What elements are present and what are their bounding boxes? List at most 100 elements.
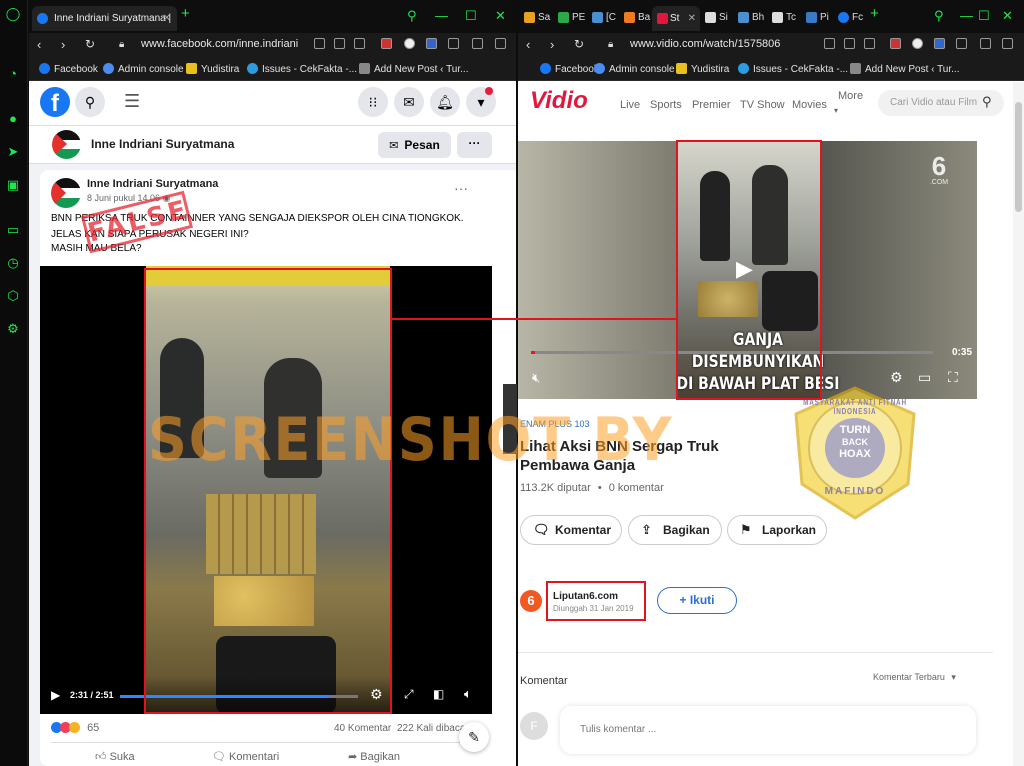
back-icon[interactable]: ‹ (526, 37, 530, 52)
opera-logo-icon[interactable]: ◯ (5, 6, 21, 22)
facebook-tab[interactable]: Inne Indriani Suryatmana | ✕ (32, 6, 177, 31)
history-icon[interactable]: ◷ (5, 255, 21, 271)
messenger-icon[interactable]: ✉ (394, 87, 424, 117)
maximize-icon[interactable]: ☐ (978, 9, 990, 23)
tab[interactable]: Ba (624, 10, 650, 26)
bookmark-yudistira[interactable]: Yudistira (186, 63, 239, 75)
tab[interactable]: Bh (738, 10, 764, 26)
new-tab-icon[interactable]: + (870, 6, 879, 21)
send-icon[interactable] (334, 38, 345, 49)
comments-sort-dropdown[interactable]: Komentar Terbaru ▾ (873, 672, 956, 683)
message-button[interactable]: ✉ Pesan (378, 132, 451, 158)
send-icon[interactable] (844, 38, 855, 49)
share-button[interactable]: ➦ Bagikan (348, 750, 400, 763)
search-box[interactable]: Cari Vidio atau Film ⚲ (878, 90, 1004, 116)
bookmark-add-new-post[interactable]: Add New Post ‹ Tur... (359, 63, 468, 75)
heart-icon[interactable] (864, 38, 875, 49)
tab[interactable]: [C (592, 10, 616, 26)
profile-avatar[interactable] (52, 130, 81, 159)
reactions-summary[interactable]: 65 (51, 722, 99, 734)
close-window-icon[interactable]: ✕ (1002, 9, 1013, 23)
hamburger-menu-icon[interactable]: ☰ (124, 91, 140, 112)
share-button[interactable]: ⇪ Bagikan (628, 515, 722, 545)
cube-icon[interactable] (956, 38, 967, 49)
scrollbar-thumb[interactable] (1015, 102, 1022, 212)
camera-icon[interactable] (314, 38, 325, 49)
discord-icon[interactable]: ▣ (5, 177, 21, 193)
tab[interactable]: Fc (838, 10, 863, 26)
comment-count[interactable]: 40 Komentar (334, 723, 391, 734)
nav-live[interactable]: Live (620, 99, 640, 111)
heart-icon[interactable] (354, 38, 365, 49)
uploader-avatar[interactable]: 6 (520, 590, 542, 612)
play-icon[interactable]: ▶ (51, 688, 60, 702)
post-options-icon[interactable]: ··· (454, 180, 468, 196)
nav-tv-show[interactable]: TV Show (740, 99, 785, 111)
search-icon[interactable]: ⚲ (982, 94, 992, 110)
new-message-compose-icon[interactable]: ✎ (459, 722, 489, 752)
post-author-avatar[interactable] (51, 178, 81, 208)
more-options-button[interactable]: ··· (457, 132, 492, 158)
forward-icon[interactable]: › (61, 37, 65, 52)
fullscreen-icon[interactable]: ⤢ (404, 687, 414, 702)
comment-button[interactable]: 🗨︎ Komentar (520, 515, 622, 545)
url-field[interactable]: www.vidio.com/watch/1575806 (630, 38, 780, 50)
forward-icon[interactable]: › (550, 37, 554, 52)
search-tabs-icon[interactable]: ⚲ (934, 9, 944, 23)
picture-in-picture-icon[interactable]: ◧ (433, 687, 444, 701)
nav-sports[interactable]: Sports (650, 99, 682, 111)
tab[interactable]: PE (558, 10, 585, 26)
url-field[interactable]: www.facebook.com/inne.indriani (141, 38, 298, 50)
nav-movies[interactable]: Movies (792, 99, 827, 111)
extension-icon[interactable] (912, 38, 923, 49)
extensions-icon[interactable]: ⬡ (5, 288, 21, 304)
back-icon[interactable]: ‹ (37, 37, 41, 52)
tab[interactable]: Si (705, 10, 728, 26)
search-tabs-icon[interactable]: ⚲ (407, 9, 417, 23)
facebook-logo-icon[interactable]: f (40, 87, 70, 117)
vidio-logo[interactable]: Vidio (530, 87, 588, 115)
follow-button[interactable]: + Ikuti (657, 587, 737, 614)
volume-icon[interactable]: 🔈︎ (464, 686, 472, 702)
minimize-icon[interactable]: — (435, 9, 448, 23)
bookmark-yudistira[interactable]: Yudistira (676, 63, 729, 75)
vidio-tab[interactable]: St ✕ (652, 6, 700, 31)
close-window-icon[interactable]: ✕ (495, 9, 506, 23)
nav-more[interactable]: More (838, 90, 863, 102)
fullscreen-icon[interactable]: ⛶ (948, 369, 958, 386)
camera-icon[interactable] (824, 38, 835, 49)
new-tab-icon[interactable]: + (181, 6, 190, 21)
settings-gear-icon[interactable]: ⚙ (5, 321, 21, 337)
extension-icon[interactable] (890, 38, 901, 49)
extension-icon[interactable] (426, 38, 437, 49)
tab[interactable]: Tc (772, 10, 796, 26)
download-icon[interactable] (472, 38, 483, 49)
mute-icon[interactable]: 🔇︎ (532, 370, 540, 386)
tab[interactable]: Pi (806, 10, 829, 26)
menu-icon[interactable] (495, 38, 506, 49)
telegram-icon[interactable]: ➤ (5, 144, 21, 160)
speed-dial-icon[interactable]: ◔ (5, 66, 21, 82)
reload-icon[interactable]: ↻ (574, 37, 584, 51)
bookmark-admin-console[interactable]: Admin console (103, 63, 184, 75)
reload-icon[interactable]: ↻ (85, 37, 95, 51)
bookmark-facebook[interactable]: Facebook (540, 63, 599, 75)
notifications-bell-icon[interactable]: 🔔︎ (430, 87, 460, 117)
bookmark-facebook[interactable]: Facebook (39, 63, 98, 75)
tab[interactable]: Sa (524, 10, 550, 26)
like-button[interactable]: 👍︎ Suka (95, 750, 135, 763)
profile-name[interactable]: Inne Indriani Suryatmana (91, 137, 234, 151)
extension-icon[interactable] (934, 38, 945, 49)
comment-input[interactable]: Tulis komentar ... (560, 706, 976, 754)
maximize-icon[interactable]: ☐ (465, 9, 477, 23)
search-input[interactable]: Cari Vidio atau Film (890, 97, 977, 108)
comment-button[interactable]: 🗨︎ Komentari (212, 750, 279, 763)
search-icon[interactable]: ⚲ (75, 87, 105, 117)
cube-icon[interactable] (448, 38, 459, 49)
player-icon[interactable]: ▭ (5, 222, 21, 238)
post-author-name[interactable]: Inne Indriani Suryatmana (87, 178, 218, 190)
bookmark-issues[interactable]: Issues - CekFakta -... (738, 63, 848, 75)
extension-icon[interactable] (404, 38, 415, 49)
download-icon[interactable] (980, 38, 991, 49)
bookmark-admin-console[interactable]: Admin console (594, 63, 675, 75)
